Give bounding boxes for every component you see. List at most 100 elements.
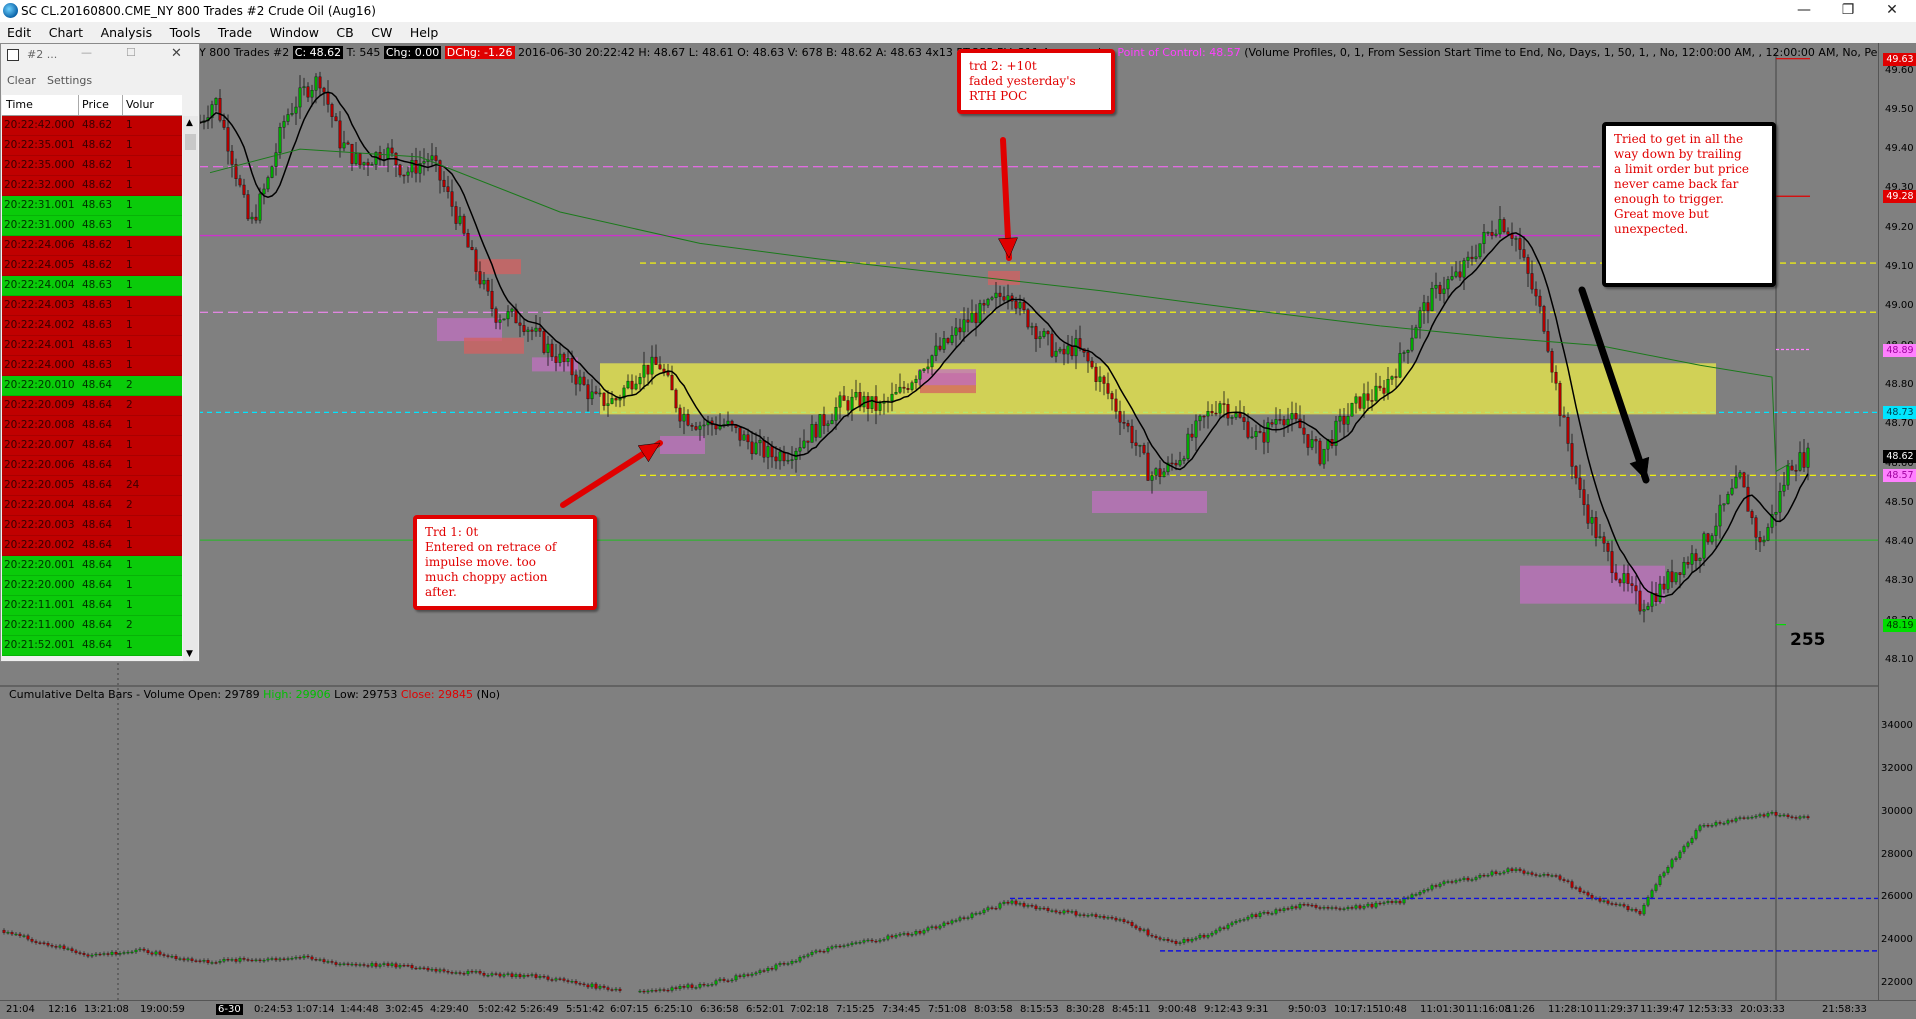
ts-row[interactable]: 20:21:52.001 48.64 1 [2,636,182,656]
ts-row[interactable]: 20:22:20.001 48.64 1 [2,556,182,576]
ts-row[interactable]: 20:22:24.003 48.63 1 [2,296,182,316]
ts-maximize-button[interactable]: ☐ [126,46,136,59]
delta-bar [146,950,150,953]
ts-col-time[interactable]: Time [6,98,33,111]
candle-body [414,160,418,174]
delta-bar [550,979,554,981]
price-label: 48.89 [1883,343,1916,357]
candle-body [486,280,490,292]
candle-body [1254,431,1258,438]
delta-bar [1442,881,1446,885]
candle-body [522,325,526,332]
candle-body [1570,443,1574,467]
candle-body [834,407,838,421]
time-tick: 6:07:15 [610,1004,649,1015]
menu-analysis[interactable]: Analysis [94,22,160,43]
ts-row[interactable]: 20:22:24.004 48.63 1 [2,276,182,296]
ts-row[interactable]: 20:22:35.001 48.62 1 [2,136,182,156]
delta-bar [1162,939,1166,941]
menu-cw[interactable]: CW [364,22,399,43]
ts-settings-button[interactable]: Settings [47,74,92,87]
delta-bar [894,935,898,938]
delta-bar [1634,909,1638,912]
ts-row[interactable]: 20:22:20.008 48.64 1 [2,416,182,436]
menu-tools[interactable]: Tools [163,22,208,43]
price-chart[interactable] [0,43,1878,1000]
candle-body [246,194,250,220]
ts-col-price[interactable]: Price [82,98,109,111]
delta-bar [1282,908,1286,911]
ts-col-volume[interactable]: Volur [126,98,154,111]
delta-bar [574,981,578,984]
ts-row[interactable]: 20:22:24.005 48.62 1 [2,256,182,276]
delta-bar [1706,825,1710,827]
menu-help[interactable]: Help [403,22,446,43]
minimize-button[interactable]: — [1782,0,1826,22]
close-button[interactable]: ✕ [1870,0,1914,22]
delta-bar [1254,914,1258,917]
ts-row[interactable]: 20:22:20.000 48.64 1 [2,576,182,596]
menu-trade[interactable]: Trade [211,22,259,43]
scroll-up-icon[interactable]: ▲ [186,118,193,128]
scroll-down-icon[interactable]: ▼ [186,649,193,659]
ts-row[interactable]: 20:22:20.003 48.64 1 [2,516,182,536]
candle-body [738,427,742,441]
ts-row[interactable]: 20:22:35.000 48.62 1 [2,156,182,176]
delta-bar [998,903,1002,909]
ts-row[interactable]: 20:22:31.000 48.63 1 [2,216,182,236]
candle-body [526,329,530,332]
delta-bar [878,939,882,942]
ts-minimize-button[interactable]: — [81,46,92,59]
delta-bar [930,926,934,928]
trailing-limit-annotation[interactable]: Tried to get in all the way down by trai… [1602,122,1776,287]
candle-body [578,376,582,385]
ts-row[interactable]: 20:22:20.005 48.64 24 [2,476,182,496]
delta-bar [618,988,622,991]
candle-body [906,388,910,390]
ts-close-button[interactable]: ✕ [171,46,182,61]
trade1-annotation[interactable]: Trd 1: 0t Entered on retrace of impulse … [413,515,597,610]
ts-scrollbar[interactable]: ▲ ▼ [183,116,198,661]
ts-rows[interactable]: 20:22:42.000 48.62 1 20:22:35.001 48.62 1 20:2… [2,116,182,656]
ts-row[interactable]: 20:22:24.000 48.63 1 [2,356,182,376]
ts-row[interactable]: 20:22:20.010 48.64 2 [2,376,182,396]
menu-window[interactable]: Window [263,22,326,43]
volume-profile-label: (Volume Profiles, 0, 1, From Session Sta… [1244,46,1909,59]
ts-row[interactable]: 20:22:24.001 48.63 1 [2,336,182,356]
ts-row[interactable]: 20:22:24.002 48.63 1 [2,316,182,336]
ts-row[interactable]: 20:22:32.000 48.62 1 [2,176,182,196]
ts-row[interactable]: 20:22:20.004 48.64 2 [2,496,182,516]
ts-row[interactable]: 20:22:20.009 48.64 2 [2,396,182,416]
delta-bar [1542,874,1546,876]
time-and-sales-window[interactable]: #2 ... — ☐ ✕ Clear Settings Time Price V… [0,43,200,662]
delta-bar [1606,900,1610,904]
time-axis[interactable]: 21:04 12:16 13:21:08 19:00:59 6-30 0:24:53 1:0… [0,1000,1916,1019]
menu-edit[interactable]: Edit [0,22,38,43]
maximize-button[interactable]: ❐ [1826,0,1870,22]
price-scale[interactable]: 49.6049.5049.4049.3049.2049.1049.0048.90… [1878,43,1916,1000]
ts-row[interactable]: 20:22:11.001 48.64 1 [2,596,182,616]
time-tick: 12:16 [48,1004,77,1015]
delta-bar [1346,907,1350,909]
menu-chart[interactable]: Chart [42,22,90,43]
delta-bar [158,951,162,955]
menu-cb[interactable]: CB [329,22,360,43]
delta-bar [1466,877,1470,881]
ts-scroll-thumb[interactable] [185,134,196,150]
trade2-annotation[interactable]: trd 2: +10t faded yesterday's RTH POC [957,49,1115,114]
ts-row[interactable]: 20:22:11.000 48.64 2 [2,616,182,636]
ts-row[interactable]: 20:22:20.002 48.64 1 [2,536,182,556]
ts-row[interactable]: 20:22:20.006 48.64 1 [2,456,182,476]
delta-bar [958,917,962,921]
delta-bar [906,933,910,936]
ts-row[interactable]: 20:22:42.000 48.62 1 [2,116,182,136]
ts-row[interactable]: 20:22:20.007 48.64 1 [2,436,182,456]
delta-bar [102,953,106,955]
delta-bar [1774,812,1778,816]
ts-row[interactable]: 20:22:31.001 48.63 1 [2,196,182,216]
ts-clear-button[interactable]: Clear [7,74,36,87]
delta-bar [670,987,674,991]
candle-body [1142,444,1146,454]
candle-body [1698,557,1702,561]
ts-row[interactable]: 20:22:24.006 48.62 1 [2,236,182,256]
